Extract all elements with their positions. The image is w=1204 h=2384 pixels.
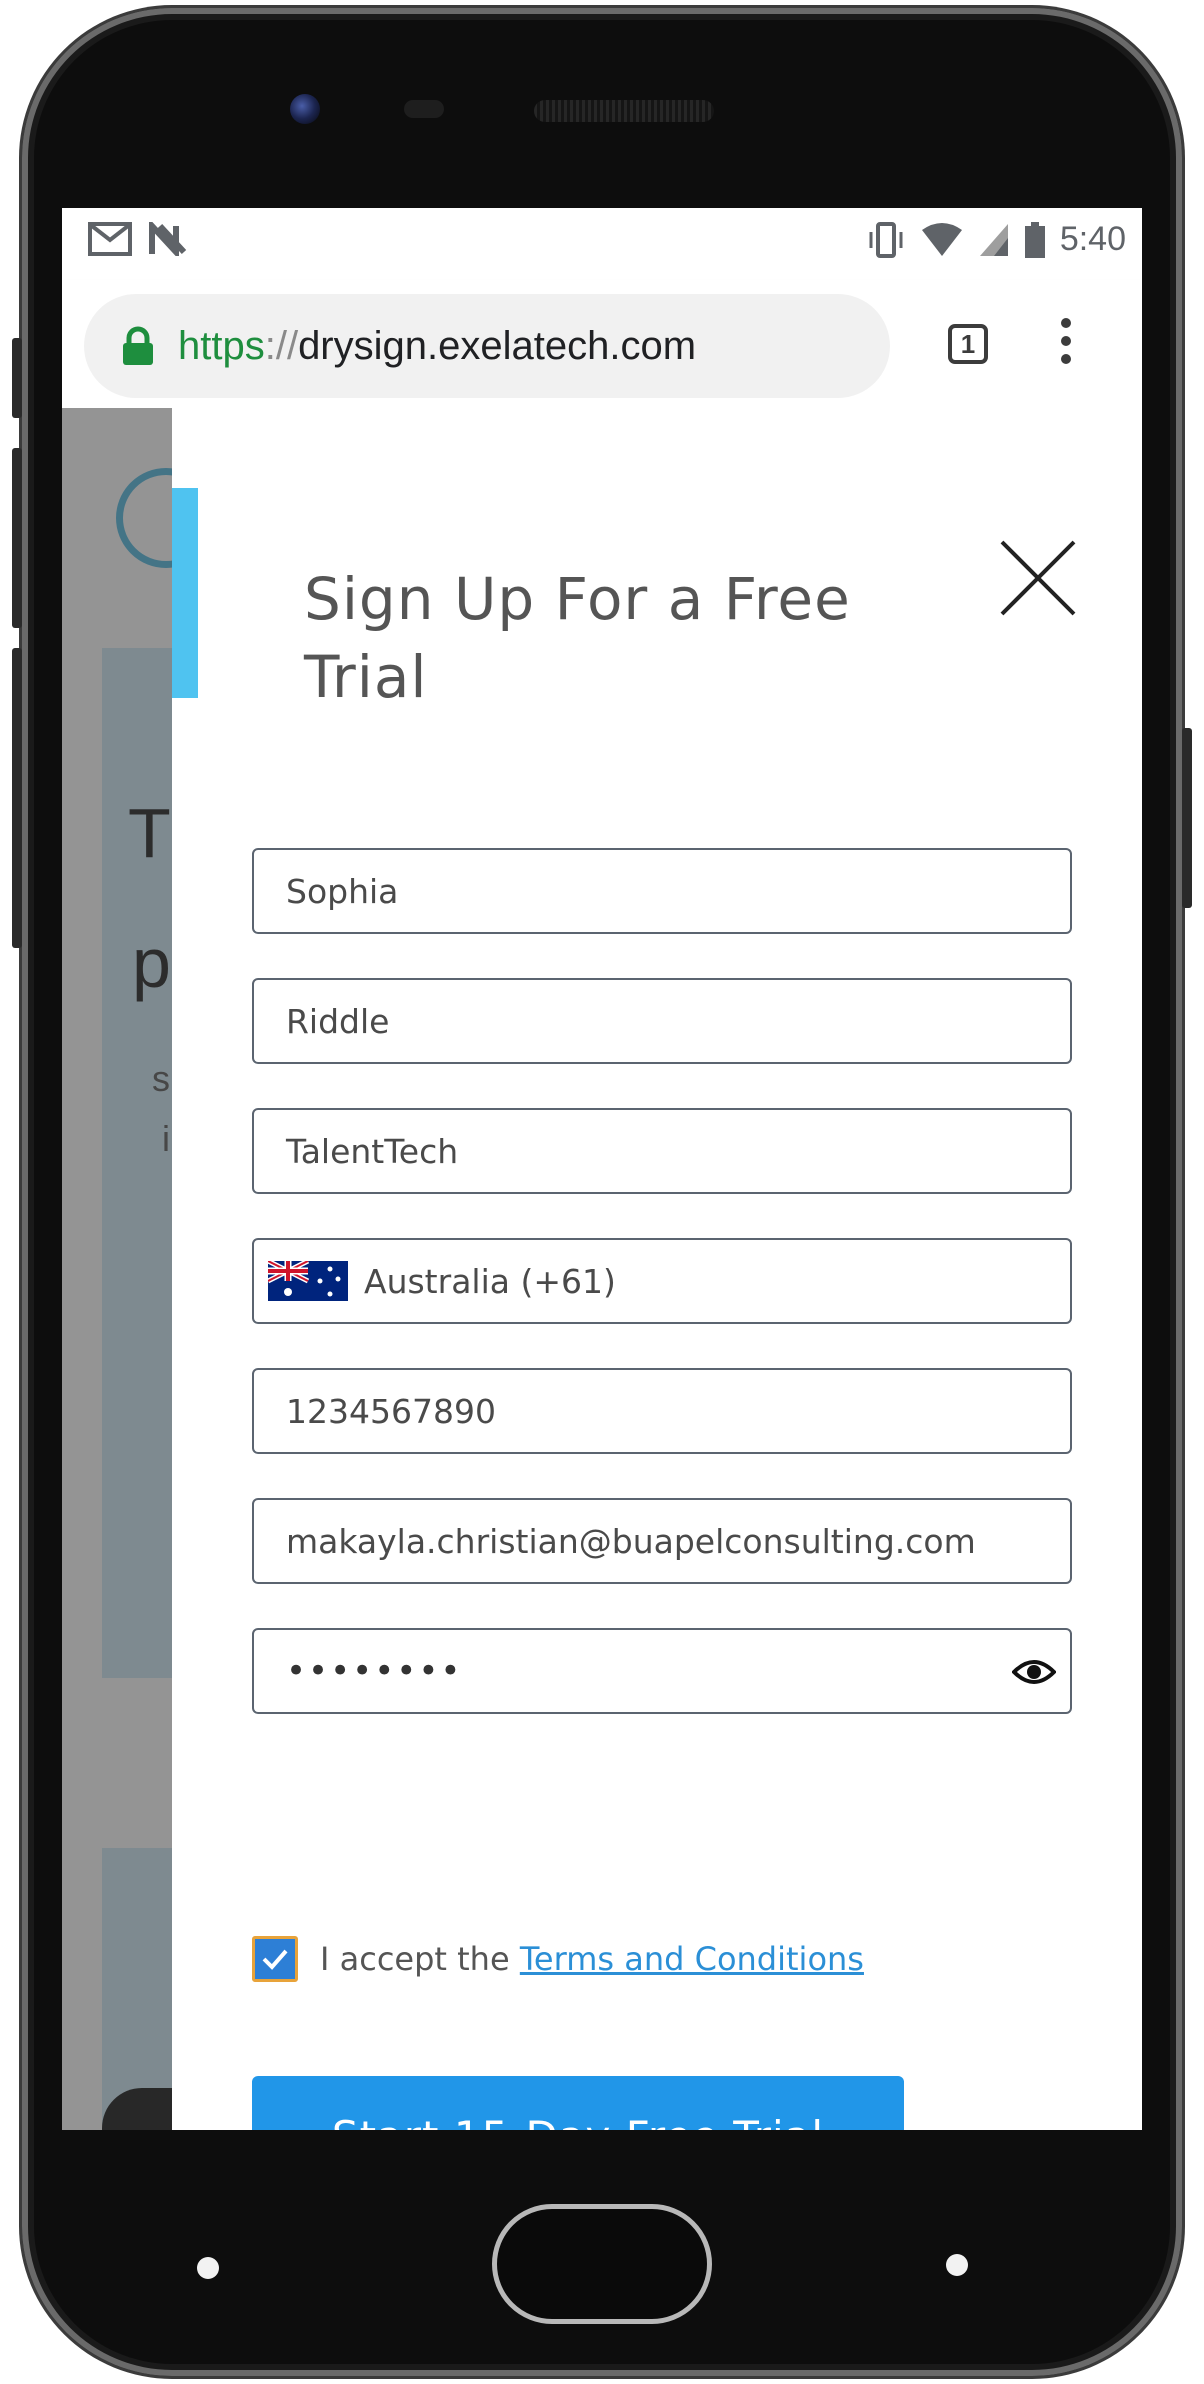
status-time: 5:40 xyxy=(1059,220,1126,258)
terms-consent: I accept the Terms and Conditions xyxy=(252,1936,864,1982)
earpiece-speaker xyxy=(534,100,714,122)
screen: 5:40 https://drysign.exelatech.com 1 T xyxy=(62,208,1142,2130)
nav-back-dot[interactable] xyxy=(197,2257,219,2279)
first-name-value: Sophia xyxy=(286,871,399,911)
modal-accent-bar xyxy=(172,488,198,698)
url-separator: :// xyxy=(264,323,299,368)
password-field[interactable]: •••••••• xyxy=(252,1628,1072,1714)
browser-toolbar: https://drysign.exelatech.com 1 xyxy=(62,280,1142,409)
password-value: •••••••• xyxy=(286,1651,463,1691)
nav-recents-dot[interactable] xyxy=(946,2254,968,2276)
start-trial-button[interactable]: Start 15-Day Free Trial xyxy=(252,2076,904,2130)
vibrate-icon xyxy=(869,221,903,258)
menu-dot-icon xyxy=(1061,318,1071,328)
signup-form: Sophia Riddle TalentTech Australia (+61)… xyxy=(252,848,1072,1758)
terms-checkbox[interactable] xyxy=(252,1936,298,1982)
close-button[interactable] xyxy=(996,536,1080,620)
checkmark-icon xyxy=(262,1949,288,1970)
first-name-field[interactable]: Sophia xyxy=(252,848,1072,934)
side-button-left-2 xyxy=(12,448,22,628)
lock-icon xyxy=(120,326,156,366)
country-code-value: Australia (+61) xyxy=(364,1261,616,1301)
tab-switcher-button[interactable]: 1 xyxy=(948,324,988,364)
signup-modal: Sign Up For a Free Trial Sophia Riddle T… xyxy=(172,408,1142,2130)
signal-icon xyxy=(979,223,1008,256)
notification-n-icon xyxy=(149,222,187,256)
url-text[interactable]: https://drysign.exelatech.com xyxy=(178,324,696,369)
home-button[interactable] xyxy=(492,2204,712,2324)
company-field[interactable]: TalentTech xyxy=(252,1108,1072,1194)
australia-flag-icon xyxy=(268,1261,348,1301)
phone-value: 1234567890 xyxy=(286,1391,496,1431)
proximity-sensor xyxy=(404,100,444,118)
address-bar[interactable]: https://drysign.exelatech.com xyxy=(84,294,890,398)
terms-link[interactable]: Terms and Conditions xyxy=(520,1940,864,1978)
menu-dot-icon xyxy=(1061,336,1071,346)
consent-prefix: I accept the xyxy=(320,1940,520,1978)
side-button-right xyxy=(1182,728,1192,908)
modal-title: Sign Up For a Free Trial xyxy=(304,565,851,711)
close-icon xyxy=(1000,540,1076,616)
consent-label: I accept the Terms and Conditions xyxy=(320,1940,864,1978)
side-button-left-1 xyxy=(12,338,22,418)
gmail-icon xyxy=(88,222,132,256)
url-host: drysign.exelatech.com xyxy=(298,323,697,368)
url-scheme: https xyxy=(178,323,265,368)
phone-field[interactable]: 1234567890 xyxy=(252,1368,1072,1454)
email-value: makayla.christian@buapelconsulting.com xyxy=(286,1521,976,1561)
wifi-icon xyxy=(921,222,962,256)
company-value: TalentTech xyxy=(286,1131,459,1171)
battery-icon xyxy=(1024,221,1045,258)
browser-menu-button[interactable] xyxy=(1056,318,1076,374)
email-field[interactable]: makayla.christian@buapelconsulting.com xyxy=(252,1498,1072,1584)
eye-icon[interactable] xyxy=(1011,1652,1057,1692)
status-bar: 5:40 xyxy=(62,208,1142,280)
last-name-field[interactable]: Riddle xyxy=(252,978,1072,1064)
last-name-value: Riddle xyxy=(286,1001,390,1041)
side-button-left-3 xyxy=(12,648,22,948)
country-code-select[interactable]: Australia (+61) xyxy=(252,1238,1072,1324)
menu-dot-icon xyxy=(1061,354,1071,364)
front-camera xyxy=(290,94,320,124)
